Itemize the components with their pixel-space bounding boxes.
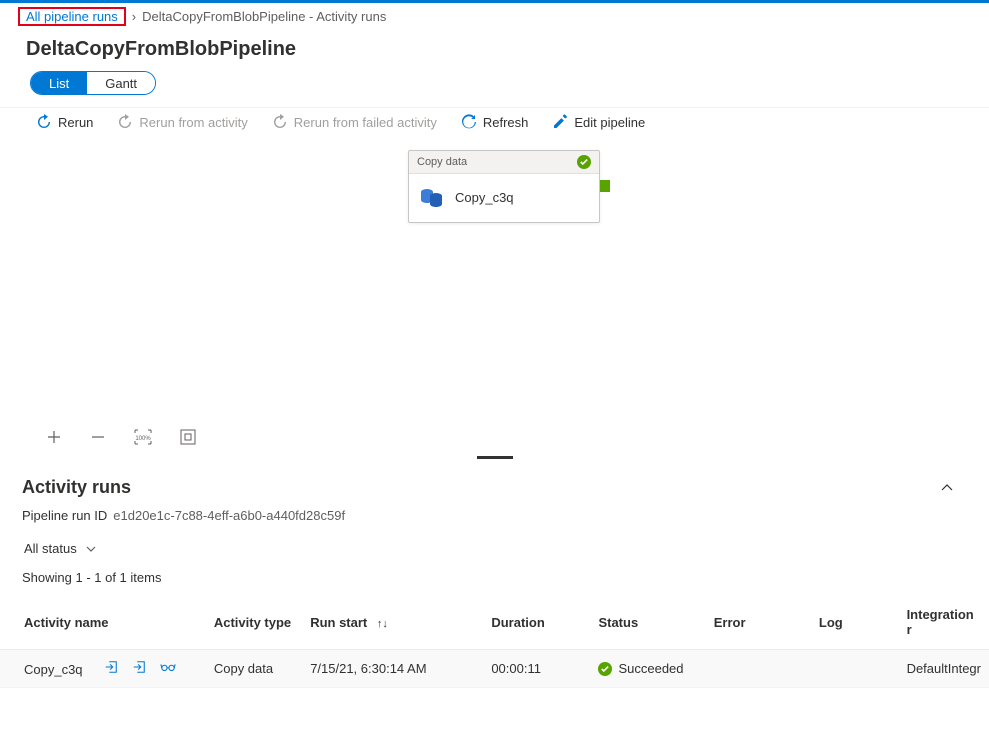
pipeline-run-id: Pipeline run ID e1d20e1c-7c88-4eff-a6b0-…: [0, 504, 989, 537]
zoom-reset-button[interactable]: 100%: [134, 429, 152, 445]
column-integration[interactable]: Integration r: [899, 599, 989, 650]
activity-card-type-label: Copy data: [417, 156, 467, 168]
run-id-label: Pipeline run ID: [22, 508, 107, 523]
column-error[interactable]: Error: [706, 599, 811, 650]
view-toggle: List Gantt: [30, 71, 156, 95]
edit-icon: [552, 114, 568, 130]
activity-runs-title: Activity runs: [22, 477, 131, 498]
rerun-from-activity-label: Rerun from activity: [139, 115, 247, 130]
rerun-from-activity-icon: [117, 114, 133, 130]
zoom-in-button[interactable]: [46, 429, 62, 445]
output-icon[interactable]: [132, 660, 146, 674]
panel-splitter[interactable]: [0, 455, 989, 465]
page-title: DeltaCopyFromBlobPipeline: [0, 30, 989, 71]
filter-row: All status: [0, 537, 989, 570]
glasses-icon[interactable]: [160, 660, 176, 674]
rerun-from-failed-button: Rerun from failed activity: [272, 114, 437, 130]
edit-pipeline-button[interactable]: Edit pipeline: [552, 114, 645, 130]
sort-icon: ↑↓: [371, 618, 388, 630]
collapse-toggle[interactable]: [939, 480, 955, 496]
cell-integration: DefaultIntegr: [899, 650, 989, 688]
refresh-icon: [461, 114, 477, 130]
cell-status: Succeeded: [618, 661, 683, 676]
zoom-out-button[interactable]: [90, 429, 106, 445]
cell-activity-type: Copy data: [206, 650, 302, 688]
cell-duration: 00:00:11: [483, 650, 590, 688]
tab-gantt[interactable]: Gantt: [87, 72, 155, 94]
chevron-down-icon: [85, 543, 97, 555]
input-icon[interactable]: [104, 660, 118, 674]
items-count: Showing 1 - 1 of 1 items: [0, 570, 989, 599]
copy-data-icon: [419, 186, 445, 208]
canvas-zoom-controls: 100%: [0, 421, 989, 455]
activity-card-copy-data[interactable]: Copy data Copy_c3q: [408, 150, 600, 223]
cell-run-start: 7/15/21, 6:30:14 AM: [302, 650, 483, 688]
refresh-label: Refresh: [483, 115, 529, 130]
column-log[interactable]: Log: [811, 599, 899, 650]
refresh-button[interactable]: Refresh: [461, 114, 529, 130]
svg-text:100%: 100%: [135, 436, 151, 442]
breadcrumb-all-pipeline-runs[interactable]: All pipeline runs: [18, 7, 126, 26]
status-filter-label: All status: [24, 541, 77, 556]
tab-list[interactable]: List: [31, 72, 87, 94]
chevron-right-icon: ›: [132, 9, 136, 24]
run-id-value: e1d20e1c-7c88-4eff-a6b0-a440fd28c59f: [113, 508, 345, 523]
toolbar: Rerun Rerun from activity Rerun from fai…: [0, 107, 989, 136]
activity-runs-table: Activity name Activity type Run start ↑↓…: [0, 599, 989, 688]
column-activity-type[interactable]: Activity type: [206, 599, 302, 650]
success-icon: [577, 155, 591, 169]
status-filter-dropdown[interactable]: All status: [24, 541, 97, 556]
table-row[interactable]: Copy_c3q Copy data 7/15/21, 6:30:14 AM 0…: [0, 650, 989, 688]
column-status[interactable]: Status: [590, 599, 705, 650]
rerun-button[interactable]: Rerun: [36, 114, 93, 130]
rerun-from-failed-label: Rerun from failed activity: [294, 115, 437, 130]
rerun-label: Rerun: [58, 115, 93, 130]
activity-card-body: Copy_c3q: [409, 174, 599, 222]
breadcrumb-current: DeltaCopyFromBlobPipeline - Activity run…: [142, 9, 386, 24]
breadcrumb: All pipeline runs › DeltaCopyFromBlobPip…: [0, 3, 989, 30]
column-run-start-label: Run start: [310, 615, 367, 630]
success-icon: [598, 662, 612, 676]
splitter-handle-icon: [477, 455, 513, 459]
activity-card-name: Copy_c3q: [455, 190, 514, 205]
column-activity-name[interactable]: Activity name: [0, 599, 206, 650]
rerun-icon: [36, 114, 52, 130]
activity-output-port[interactable]: [600, 180, 610, 192]
activity-runs-header: Activity runs: [0, 465, 989, 504]
cell-error: [706, 650, 811, 688]
edit-pipeline-label: Edit pipeline: [574, 115, 645, 130]
cell-log: [811, 650, 899, 688]
rerun-from-activity-button: Rerun from activity: [117, 114, 247, 130]
pipeline-canvas[interactable]: Copy data Copy_c3q: [0, 136, 989, 421]
activity-card-header: Copy data: [409, 151, 599, 174]
zoom-fit-button[interactable]: [180, 429, 196, 445]
cell-activity-name: Copy_c3q: [24, 662, 83, 677]
column-run-start[interactable]: Run start ↑↓: [302, 599, 483, 650]
rerun-from-failed-icon: [272, 114, 288, 130]
column-duration[interactable]: Duration: [483, 599, 590, 650]
